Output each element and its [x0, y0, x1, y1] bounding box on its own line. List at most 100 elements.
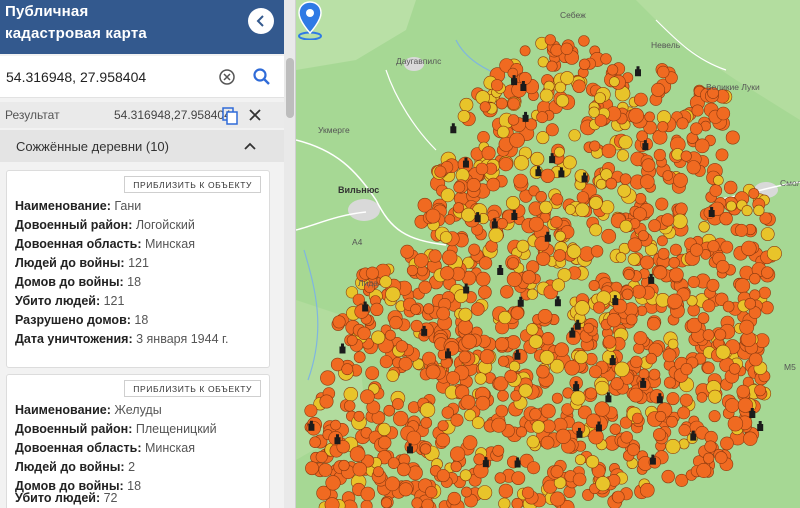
village-marker[interactable]: [425, 486, 438, 499]
village-marker[interactable]: [319, 394, 334, 409]
village-marker[interactable]: [602, 335, 617, 349]
village-marker[interactable]: [648, 219, 661, 233]
village-marker[interactable]: [450, 460, 462, 473]
collapse-panel-button[interactable]: [248, 8, 274, 34]
village-marker[interactable]: [385, 476, 400, 492]
village-marker[interactable]: [540, 435, 555, 450]
village-marker[interactable]: [526, 323, 539, 336]
village-marker[interactable]: [540, 168, 555, 183]
village-marker[interactable]: [634, 193, 647, 205]
village-marker[interactable]: [495, 404, 509, 418]
village-marker[interactable]: [720, 436, 734, 451]
village-marker[interactable]: [678, 424, 691, 437]
village-marker[interactable]: [436, 469, 450, 483]
village-marker[interactable]: [651, 82, 666, 97]
village-marker[interactable]: [565, 204, 576, 215]
village-marker[interactable]: [588, 365, 602, 379]
village-marker[interactable]: [687, 275, 700, 288]
village-marker[interactable]: [521, 486, 535, 499]
village-marker[interactable]: [521, 270, 536, 285]
village-marker[interactable]: [553, 249, 567, 262]
village-marker[interactable]: [616, 149, 630, 162]
village-marker[interactable]: [530, 151, 545, 166]
village-marker[interactable]: [708, 389, 722, 404]
village-marker[interactable]: [529, 408, 542, 421]
village-marker[interactable]: [435, 433, 451, 448]
village-marker[interactable]: [725, 130, 740, 145]
village-marker[interactable]: [494, 472, 507, 484]
village-marker[interactable]: [400, 244, 415, 259]
village-marker[interactable]: [716, 106, 731, 121]
village-marker[interactable]: [720, 240, 734, 254]
village-marker[interactable]: [492, 444, 505, 457]
village-marker[interactable]: [607, 64, 619, 76]
village-marker[interactable]: [498, 483, 514, 499]
village-marker[interactable]: [753, 204, 765, 216]
village-marker[interactable]: [551, 392, 563, 404]
village-marker[interactable]: [578, 35, 590, 47]
village-marker[interactable]: [633, 331, 648, 345]
village-marker[interactable]: [663, 376, 676, 389]
village-marker[interactable]: [595, 178, 607, 190]
village-marker[interactable]: [574, 300, 590, 316]
village-marker[interactable]: [691, 104, 704, 117]
village-marker[interactable]: [420, 402, 436, 418]
village-marker[interactable]: [638, 368, 650, 380]
village-marker[interactable]: [601, 143, 617, 159]
village-marker[interactable]: [536, 111, 549, 124]
village-marker[interactable]: [646, 316, 661, 331]
village-marker[interactable]: [698, 221, 710, 233]
village-marker[interactable]: [460, 394, 476, 410]
village-marker[interactable]: [632, 412, 644, 424]
village-marker[interactable]: [619, 219, 633, 233]
village-marker[interactable]: [667, 293, 683, 309]
village-marker[interactable]: [343, 387, 358, 402]
village-marker[interactable]: [714, 451, 728, 464]
village-marker[interactable]: [385, 286, 401, 302]
village-marker[interactable]: [531, 420, 546, 434]
village-marker[interactable]: [676, 117, 689, 130]
village-marker[interactable]: [550, 491, 566, 507]
village-marker[interactable]: [657, 247, 670, 260]
village-marker[interactable]: [318, 463, 333, 477]
village-marker[interactable]: [468, 243, 481, 256]
village-marker[interactable]: [703, 452, 715, 464]
village-marker[interactable]: [696, 462, 712, 478]
village-marker[interactable]: [526, 288, 538, 300]
village-marker[interactable]: [639, 174, 655, 189]
village-marker[interactable]: [554, 146, 565, 158]
village-marker[interactable]: [679, 393, 693, 407]
village-marker[interactable]: [373, 466, 384, 478]
village-marker[interactable]: [550, 465, 564, 479]
village-marker[interactable]: [546, 60, 558, 72]
village-marker[interactable]: [625, 313, 638, 326]
village-marker[interactable]: [509, 132, 525, 148]
village-marker[interactable]: [760, 301, 774, 315]
village-marker[interactable]: [652, 129, 668, 145]
village-marker[interactable]: [609, 423, 621, 435]
village-marker[interactable]: [516, 426, 528, 438]
village-marker[interactable]: [706, 278, 720, 292]
village-marker[interactable]: [385, 329, 396, 341]
village-marker[interactable]: [687, 304, 700, 317]
village-marker[interactable]: [601, 228, 617, 244]
village-marker[interactable]: [332, 315, 346, 329]
village-marker[interactable]: [450, 446, 466, 462]
village-marker[interactable]: [381, 497, 392, 508]
village-marker[interactable]: [389, 315, 403, 330]
village-marker[interactable]: [572, 472, 587, 487]
village-marker[interactable]: [551, 193, 564, 206]
village-marker[interactable]: [589, 223, 603, 237]
village-marker[interactable]: [341, 363, 354, 376]
village-marker[interactable]: [410, 319, 423, 333]
village-marker[interactable]: [536, 131, 550, 145]
village-marker[interactable]: [748, 188, 760, 199]
village-marker[interactable]: [477, 485, 493, 500]
village-marker[interactable]: [353, 410, 365, 422]
village-marker[interactable]: [617, 184, 632, 198]
village-marker[interactable]: [309, 436, 321, 449]
close-result-button[interactable]: [248, 108, 262, 122]
village-marker[interactable]: [518, 383, 533, 398]
village-marker[interactable]: [539, 350, 555, 365]
village-marker[interactable]: [540, 403, 556, 419]
